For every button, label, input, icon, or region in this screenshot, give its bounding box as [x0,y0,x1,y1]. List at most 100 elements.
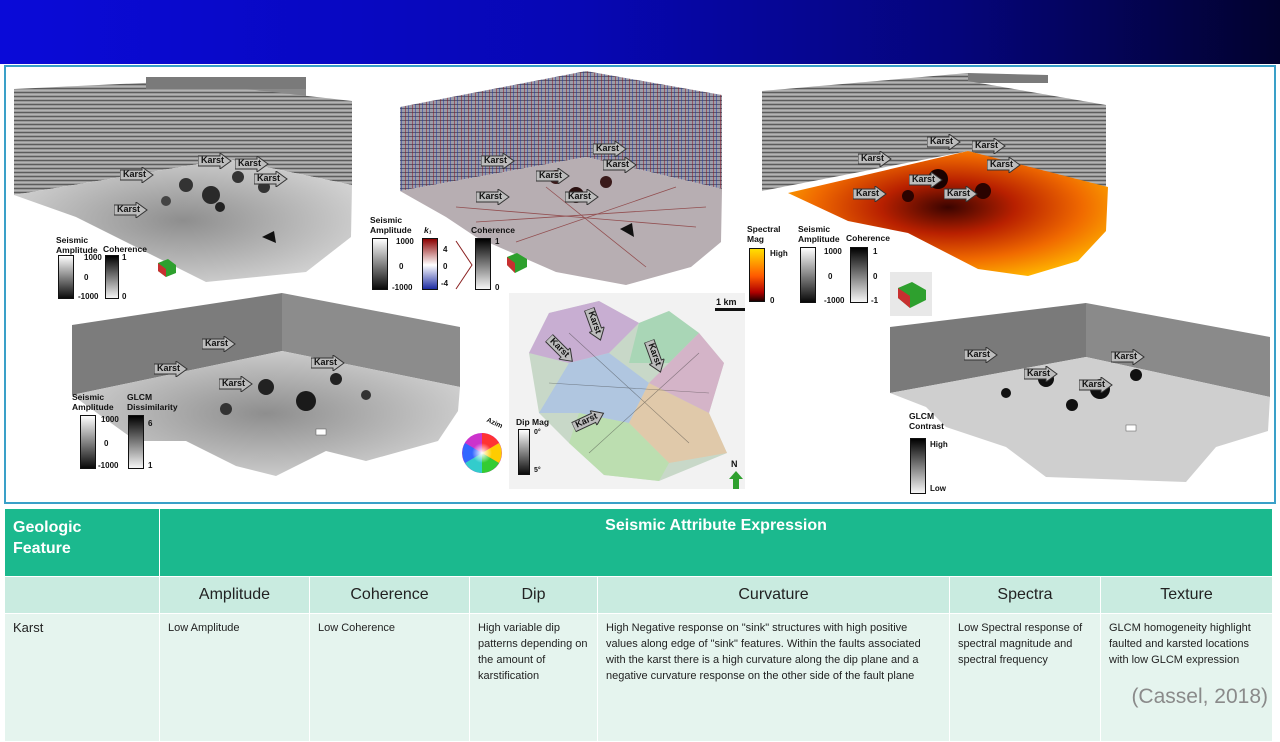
panel-b-k1-mid: 0 [443,262,448,271]
panel-b-coherence-max: 1 [495,237,500,246]
panel-c-amplitude-min: -1000 [824,296,845,305]
panel-c-coherence-max: 1 [873,247,878,256]
panel-a-orientation-cube-icon [158,259,176,277]
panel-e-azimuth-wheel-icon [462,433,502,473]
karst-arrow: Karst [944,186,978,202]
column-header-dip: Dip [469,576,598,614]
karst-arrow: Karst [927,134,961,150]
column-header-texture: Texture [1099,576,1274,614]
panel-d-glcm-colorbar [128,415,144,469]
panel-b-k1-min: -4 [441,279,449,288]
panel-c-coherence-colorbar [850,247,868,303]
column-header-amplitude: Amplitude [159,576,310,614]
panel-e-dipmag-max: 5° [534,467,541,474]
panel-e-scale-bar [715,308,745,311]
panel-a-amplitude-min: -1000 [78,292,99,301]
karst-arrow: Karst [964,347,998,363]
column-header-curvature: Curvature [597,576,950,614]
karst-arrow: Karst [254,171,288,187]
karst-arrow: Karst [198,153,232,169]
karst-arrow: Karst [593,141,627,157]
title-band [0,0,1280,64]
panel-a-coherence-min: 0 [122,292,127,301]
karst-arrow: Karst [476,189,510,205]
panel-c-spectral-max: High [770,249,788,258]
north-arrow-icon [729,471,743,489]
karst-arrow: Karst [1079,377,1113,393]
cell-amplitude: Low Amplitude [159,613,310,742]
karst-arrow: Karst [1111,349,1145,365]
panel-d-amplitude-title: Seismic Amplitude [72,392,114,412]
table-row: Karst Low Amplitude Low Coherence High v… [4,613,1274,742]
karst-arrow: Karst [481,153,515,169]
cell-coherence: Low Coherence [309,613,470,742]
panel-b-amplitude-min: -1000 [392,283,413,292]
cell-dip: High variable dip patterns depending on … [469,613,598,742]
panel-a-amplitude-mid: 0 [84,273,89,282]
panel-a-amplitude-colorbar [58,255,74,299]
karst-arrow: Karst [120,167,154,183]
panel-e-dipmag-colorbar [518,429,530,475]
panel-d-amplitude-colorbar [80,415,96,469]
column-header-coherence: Coherence [309,576,470,614]
panel-f-glcm-colorbar [910,438,926,494]
panel-c-amplitude-colorbar [800,247,816,303]
panel-b-coherence-title: Coherence [471,225,515,235]
panel-c-amplitude-title: Seismic Amplitude [798,224,840,244]
karst-arrow: Karst [219,376,253,392]
panel-c-coherence-min: -1 [871,296,879,305]
panel-a-amplitude-title: Seismic Amplitude [56,235,98,255]
panel-b-amplitude-colorbar [372,238,388,290]
karst-arrow: Karst [114,202,148,218]
panel-a-coherence-colorbar [105,255,119,299]
panel-c-coherence-title: Coherence [846,233,890,243]
table-column-header-row: Amplitude Coherence Dip Curvature Spectr… [4,576,1274,614]
panel-c-spectral-colorbar [749,248,765,302]
karst-arrow: Karst [235,156,269,172]
seismic-attribute-header: Seismic Attribute Expression [158,508,1274,577]
karst-arrow: Karst [972,138,1006,154]
panel-c-spectral-title: Spectral Mag [747,224,781,244]
karst-arrow: Karst [536,168,570,184]
panel-d-volume [72,293,460,476]
panel-f-glcm-min: Low [930,484,946,493]
panel-d-amplitude-max: 1000 [101,415,119,424]
panel-c-amplitude-mid: 0 [828,272,833,281]
panel-d-amplitude-min: -1000 [98,461,119,470]
panel-b-k1-max: 4 [443,245,448,254]
empty-header-cell [4,576,160,614]
panel-d-glcm-max: 6 [148,419,153,428]
karst-arrow: Karst [1024,366,1058,382]
panel-f-glcm-max: High [930,440,948,449]
panel-a-coherence-max: 1 [122,253,127,262]
panel-b-coherence-colorbar [475,238,491,290]
panel-e-scale-label: 1 km [716,297,737,307]
panel-c-spectral-min: 0 [770,296,775,305]
panel-f-glcm-title: GLCM Contrast [909,411,944,431]
panel-d-amplitude-mid: 0 [104,439,109,448]
panel-b-amplitude-mid: 0 [399,262,404,271]
figure-panel: Karst Karst Karst Karst Karst Karst Kars… [4,65,1276,504]
karst-arrow: Karst [858,151,892,167]
panel-f-volume [890,303,1270,482]
panel-d-glcm-min: 1 [148,461,153,470]
row-feature-karst: Karst [4,613,160,742]
cell-curvature: High Negative response on "sink" structu… [597,613,950,742]
attribute-table: Geologic Feature Seismic Attribute Expre… [4,508,1274,742]
karst-arrow: Karst [909,172,943,188]
panel-e-dipmag-min: 0° [534,429,541,436]
karst-arrow: Karst [154,361,188,377]
cell-texture: GLCM homogeneity highlight faulted and k… [1099,613,1274,742]
panel-e-dipmag-title: Dip Mag [516,417,550,427]
panel-b-amplitude-max: 1000 [396,237,414,246]
panel-b-coherence-min: 0 [495,283,500,292]
karst-arrow: Karst [853,186,887,202]
cell-spectra: Low Spectral response of spectral magnit… [949,613,1101,742]
karst-arrow: Karst [987,157,1021,173]
panel-c-orientation-cube-icon [890,272,932,316]
panel-a-amplitude-max: 1000 [84,253,102,262]
panel-d-glcm-title: GLCM Dissimilarity [127,392,178,412]
panel-e-north-label: N [731,459,738,469]
geologic-feature-header: Geologic Feature [4,508,160,577]
panel-b-amplitude-title: Seismic Amplitude [370,215,412,235]
